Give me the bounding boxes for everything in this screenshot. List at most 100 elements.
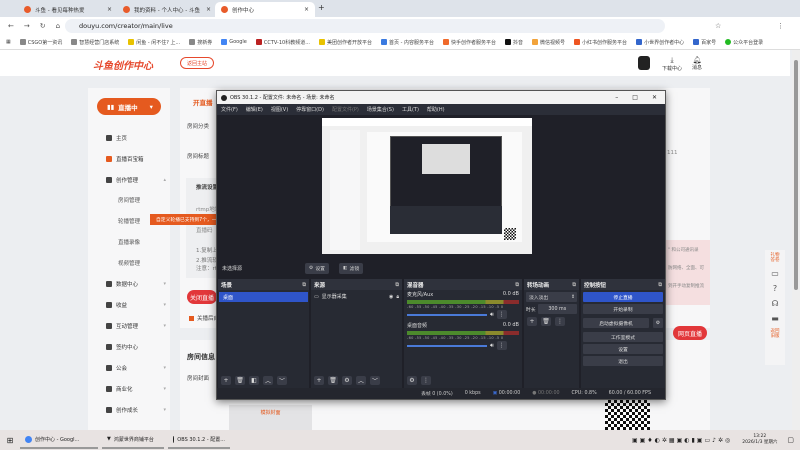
forward-icon[interactable]: → xyxy=(24,22,30,30)
down-icon[interactable]: ﹀ xyxy=(277,376,287,385)
nav-interaction[interactable]: 互动管理 ▾ xyxy=(106,322,166,330)
close-tab-icon[interactable]: × xyxy=(107,6,112,13)
add-icon[interactable]: + xyxy=(221,376,231,385)
source-item[interactable]: ▭ 显示器采集 ◉ 🔒︎ xyxy=(311,290,402,303)
nav-data[interactable]: 数据中心 ▾ xyxy=(106,280,166,288)
minimize-icon[interactable]: – xyxy=(615,94,618,101)
up-icon[interactable]: ︿ xyxy=(356,376,366,385)
down-icon[interactable]: ﹀ xyxy=(370,376,380,385)
more-icon[interactable]: ⋮ xyxy=(555,317,565,326)
virtual-camera-button[interactable]: 启动虚拟摄像机 xyxy=(583,318,649,328)
exit-button[interactable]: 退出 xyxy=(583,356,663,366)
nav-guild[interactable]: 公会 ▾ xyxy=(106,364,166,372)
bookmark[interactable]: 美团创作者开放平台 xyxy=(319,39,372,46)
clock[interactable]: 13:22 2026/1/3 星期六 xyxy=(742,434,777,446)
more-icon[interactable]: ⋮ xyxy=(496,310,507,319)
nav-commerce[interactable]: 商业化 ▾ xyxy=(106,385,166,393)
menu-scene-collection[interactable]: 场景集合(S) xyxy=(367,106,394,113)
trash-icon[interactable]: 🗑︎ xyxy=(235,376,245,385)
close-tab-icon[interactable]: × xyxy=(304,6,309,13)
eye-icon[interactable]: ◉ xyxy=(389,294,393,300)
messages-link[interactable]: 🔔︎ 消息 xyxy=(692,56,702,71)
nav-growth[interactable]: 创作成长 ▾ xyxy=(106,406,166,414)
dropdown-icon[interactable]: ▾ xyxy=(150,103,153,111)
more-icon[interactable]: ⋮ xyxy=(496,341,507,350)
nav-room-manage[interactable]: 房间管理 xyxy=(118,196,140,204)
menu-profile[interactable]: 配置文件(P) xyxy=(332,106,359,113)
start-recording-button[interactable]: 开始录制 xyxy=(583,304,663,314)
studio-mode-button[interactable]: 工作室模式 xyxy=(583,332,663,342)
speaker-icon[interactable]: 🔊︎ xyxy=(490,311,494,319)
up-icon[interactable]: ︿ xyxy=(263,376,273,385)
nav-creation[interactable]: 创作管理 ▴ xyxy=(106,176,166,184)
menu-view[interactable]: 视图(V) xyxy=(271,106,288,113)
bookmark[interactable]: CCTV-10科教频道... xyxy=(255,39,310,46)
auto-checkbox[interactable]: 关播后自 xyxy=(189,314,219,322)
bookmark[interactable]: 首页 - 内容服务平台 xyxy=(381,39,434,46)
apps-icon[interactable]: ▦ xyxy=(6,39,11,45)
back-icon[interactable]: ← xyxy=(8,22,14,30)
bookmark[interactable]: 抖音 xyxy=(505,39,523,46)
taskbar-chrome[interactable]: 创作中心 - Googl... xyxy=(20,431,98,449)
source-settings-button[interactable]: ⚙ 设置 xyxy=(305,263,329,274)
start-icon[interactable]: ⊞ xyxy=(0,436,20,445)
menu-icon[interactable]: ⋮ xyxy=(777,22,784,30)
close-tab-icon[interactable]: × xyxy=(206,6,211,13)
gear-icon[interactable]: ⚙ xyxy=(653,318,663,328)
gift-quiz-button[interactable]: 礼物答卷 xyxy=(769,253,781,263)
bookmark[interactable]: 闲鱼 - 闲不住? 上... xyxy=(128,39,180,46)
undock-icon[interactable]: ⧉ xyxy=(658,282,662,288)
nav-recordings[interactable]: 直播录像 xyxy=(118,238,140,246)
notification-icon[interactable]: ▢ xyxy=(787,436,794,444)
gear-icon[interactable]: ⚙ xyxy=(342,376,352,385)
bookmark[interactable]: 公众平台登录 xyxy=(725,39,763,46)
maximize-icon[interactable]: □ xyxy=(632,94,638,101)
tab-profile[interactable]: 我的资料 - 个人中心 - 斗鱼 × xyxy=(117,2,217,17)
bookmark[interactable]: 小世界创作者中心 xyxy=(636,39,684,46)
bookmark[interactable]: 百家号 xyxy=(693,39,716,46)
speaker-icon[interactable]: 🔊︎ xyxy=(490,342,494,350)
bookmark-star-icon[interactable]: ☆ xyxy=(715,22,721,30)
help-icon[interactable]: ? xyxy=(773,284,777,293)
filter-icon[interactable]: ◧ xyxy=(249,376,259,385)
bookmark[interactable]: 智慧经营门店系统 xyxy=(71,39,119,46)
trash-icon[interactable]: 🗑︎ xyxy=(328,376,338,385)
lock-icon[interactable]: 🔒︎ xyxy=(396,294,399,300)
bookmark[interactable]: CSGO第一资讯 xyxy=(19,39,62,46)
home-icon[interactable]: ⌂ xyxy=(56,22,60,30)
tab-creator[interactable]: 创作中心 × xyxy=(215,2,315,17)
live-status-button[interactable]: ▮▮ 直播中 ▾ xyxy=(97,98,161,115)
nav-toolbox[interactable]: 直播百宝箱 xyxy=(106,155,166,163)
nav-home[interactable]: 主页 xyxy=(106,134,166,142)
undock-icon[interactable]: ⧉ xyxy=(515,282,519,288)
duration-input[interactable]: 300 ms xyxy=(537,304,577,314)
taskbar-app[interactable]: ▼ 鸿蒙世界商铺平台 xyxy=(102,431,164,449)
back-home-button[interactable]: 返回主站 xyxy=(180,57,214,69)
web-live-button[interactable]: 网页直播 xyxy=(673,326,707,340)
tab-douyu-home[interactable]: 斗鱼 - 看见每种热爱 × xyxy=(18,2,118,17)
advanced-audio-icon[interactable]: ⚙ xyxy=(407,376,417,385)
logo[interactable]: 斗鱼创作中心 xyxy=(93,57,153,72)
obs-preview[interactable] xyxy=(322,118,532,254)
menu-help[interactable]: 帮助(H) xyxy=(427,106,445,113)
taskbar-obs[interactable]: OBS 30.1.2 - 配置... xyxy=(168,431,230,449)
volume-slider[interactable] xyxy=(407,344,487,347)
menu-edit[interactable]: 编辑(E) xyxy=(246,106,263,113)
bookmark[interactable]: Google xyxy=(221,39,247,45)
avatar[interactable] xyxy=(638,56,650,70)
monitor-icon[interactable]: ▬ xyxy=(771,314,779,323)
more-icon[interactable]: ⋮ xyxy=(421,376,431,385)
menu-file[interactable]: 文件(F) xyxy=(221,106,238,113)
volume-slider[interactable] xyxy=(407,313,487,316)
menu-tools[interactable]: 工具(T) xyxy=(402,106,419,113)
video-icon[interactable]: ▭ xyxy=(771,269,779,278)
bookmark[interactable]: 快手创作者服务平台 xyxy=(443,39,496,46)
undock-icon[interactable]: ⧉ xyxy=(395,282,399,288)
add-icon[interactable]: + xyxy=(314,376,324,385)
headset-icon[interactable]: ☊ xyxy=(771,299,778,308)
close-live-button[interactable]: 关闭直播 xyxy=(187,290,217,304)
nav-video-manage[interactable]: 视频管理 xyxy=(118,259,140,267)
filters-button[interactable]: ◧ 滤镜 xyxy=(339,263,364,274)
stop-streaming-button[interactable]: 停止直播 xyxy=(583,292,663,302)
download-center-link[interactable]: ⤓ 下载中心 xyxy=(662,56,682,72)
